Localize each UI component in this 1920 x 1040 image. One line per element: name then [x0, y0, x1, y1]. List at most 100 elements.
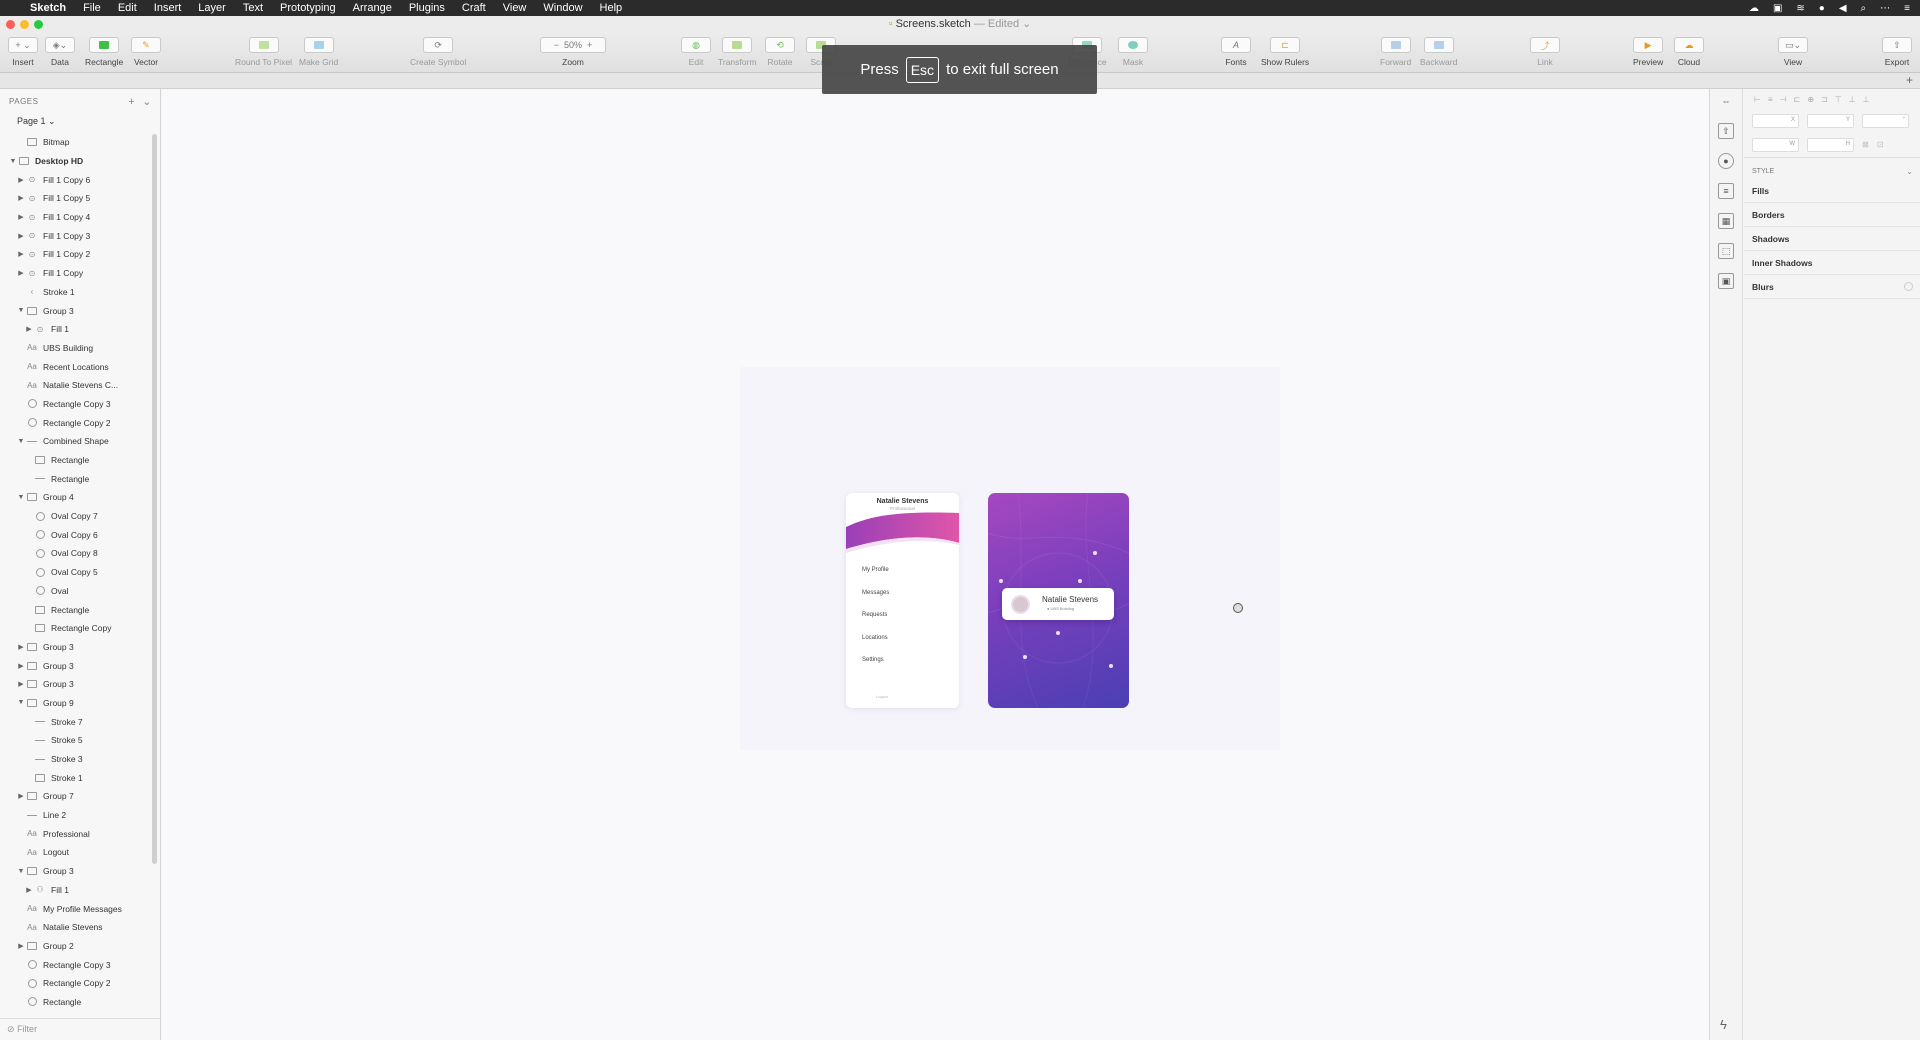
settings-icon[interactable]: ●: [1718, 153, 1734, 169]
minimize-icon[interactable]: [20, 20, 29, 29]
artboard-desktop-hd[interactable]: Natalie Stevens Professional My Profile …: [740, 367, 1280, 750]
style-header[interactable]: STYLE ⌄: [1744, 157, 1920, 179]
layer-row[interactable]: Rectangle: [0, 600, 160, 619]
layer-row[interactable]: ▶ ⊙ Fill 1: [0, 320, 160, 339]
menu-locations[interactable]: Locations: [862, 635, 888, 641]
map-pin-icon[interactable]: [1023, 655, 1027, 659]
align-vcenter-icon[interactable]: ⊥: [1849, 95, 1856, 104]
menu-edit[interactable]: Edit: [118, 2, 137, 14]
disclosure-triangle-icon[interactable]: ▶: [16, 662, 26, 670]
x-field[interactable]: X: [1752, 114, 1799, 128]
rotate-button[interactable]: ⟲ Rotate: [765, 37, 795, 67]
layer-row[interactable]: Oval Copy 8: [0, 544, 160, 563]
collapse-icon[interactable]: ⇔: [1718, 93, 1734, 109]
menu-craft[interactable]: Craft: [462, 2, 486, 14]
disclosure-triangle-icon[interactable]: ▶: [16, 194, 26, 202]
layer-row[interactable]: ▶ Group 3: [0, 638, 160, 657]
layer-row[interactable]: ▶ ⊙ Fill 1 Copy 5: [0, 189, 160, 208]
location-card[interactable]: Natalie Stevens ● UBS Building: [1002, 588, 1114, 620]
disclosure-triangle-icon[interactable]: ▶: [16, 269, 26, 277]
layer-row[interactable]: ▼ Combined Shape: [0, 432, 160, 451]
transform-button[interactable]: Transform: [718, 37, 756, 67]
layer-row[interactable]: Aa Professional: [0, 824, 160, 843]
layer-row[interactable]: Rectangle Copy: [0, 619, 160, 638]
bolt-icon[interactable]: ϟ: [1720, 1017, 1727, 1032]
layer-row[interactable]: ▶ ⊙ Fill 1 Copy 2: [0, 245, 160, 264]
blurs-section[interactable]: Blurs: [1744, 275, 1920, 299]
menu-file[interactable]: File: [83, 2, 101, 14]
align-top-icon[interactable]: ⊤: [1835, 95, 1842, 104]
align-hright-icon[interactable]: ⊐: [1821, 95, 1828, 104]
menu-messages[interactable]: Messages: [862, 590, 889, 596]
page-selector[interactable]: Page 1 ⌄: [0, 113, 160, 133]
add-page-icon[interactable]: +: [128, 96, 135, 108]
chevron-down-icon[interactable]: ⌄: [142, 96, 152, 108]
disclosure-triangle-icon[interactable]: ▶: [16, 680, 26, 688]
layer-row[interactable]: ‹ Stroke 1: [0, 283, 160, 302]
more-icon[interactable]: ⋯: [1880, 3, 1890, 14]
disclosure-triangle-icon[interactable]: ▼: [8, 158, 18, 165]
disclosure-triangle-icon[interactable]: ▼: [16, 494, 26, 501]
disclosure-triangle-icon[interactable]: ▼: [16, 307, 26, 314]
height-field[interactable]: H: [1807, 138, 1854, 152]
layer-row[interactable]: Aa Logout: [0, 843, 160, 862]
layer-row[interactable]: ▼ Group 3: [0, 301, 160, 320]
rotation-field[interactable]: °: [1862, 114, 1909, 128]
zoom-stepper[interactable]: − 50% +: [540, 37, 606, 53]
disclosure-triangle-icon[interactable]: ▶: [16, 232, 26, 240]
canvas[interactable]: Natalie Stevens Professional My Profile …: [162, 89, 1709, 1040]
backward-button[interactable]: Backward: [1420, 37, 1457, 67]
disclosure-triangle-icon[interactable]: ▶: [16, 213, 26, 221]
borders-section[interactable]: Borders: [1744, 203, 1920, 227]
edit-button[interactable]: ◍ Edit: [681, 37, 711, 67]
distribute-h-icon[interactable]: ⊏: [1794, 95, 1801, 104]
map-pin-icon[interactable]: [1093, 551, 1097, 555]
layer-row[interactable]: Oval Copy 7: [0, 507, 160, 526]
layout-icon[interactable]: ▦: [1718, 213, 1734, 229]
logout-link[interactable]: Logout: [876, 694, 888, 699]
layer-row[interactable]: Rectangle Copy 3: [0, 395, 160, 414]
menu-arrange[interactable]: Arrange: [353, 2, 392, 14]
map-pin-icon[interactable]: [999, 579, 1003, 583]
image-icon[interactable]: ▣: [1718, 273, 1734, 289]
create-symbol-button[interactable]: ⟳ Create Symbol: [410, 37, 466, 67]
layer-row[interactable]: ▼ Group 9: [0, 694, 160, 713]
zoom-icon[interactable]: [34, 20, 43, 29]
view-button[interactable]: ▭⌄ View: [1778, 37, 1808, 67]
map-pin-icon[interactable]: [1078, 579, 1082, 583]
disclosure-triangle-icon[interactable]: ▶: [16, 250, 26, 258]
y-field[interactable]: Y: [1807, 114, 1854, 128]
layer-row[interactable]: Rectangle Copy 2: [0, 974, 160, 993]
layer-row[interactable]: ▶ Group 7: [0, 787, 160, 806]
disclosure-triangle-icon[interactable]: ▶: [16, 792, 26, 800]
menu-plugins[interactable]: Plugins: [409, 2, 445, 14]
crop-icon[interactable]: ⬚: [1718, 243, 1734, 259]
menu-prototyping[interactable]: Prototyping: [280, 2, 336, 14]
layer-row[interactable]: Rectangle Copy 2: [0, 413, 160, 432]
list-icon[interactable]: ≡: [1718, 183, 1734, 199]
layer-row[interactable]: Stroke 5: [0, 731, 160, 750]
round-to-pixel-button[interactable]: Round To Pixel: [235, 37, 292, 67]
disclosure-triangle-icon[interactable]: ▶: [16, 942, 26, 950]
layer-row[interactable]: ▶ ⊙ Fill 1 Copy 4: [0, 208, 160, 227]
layer-row[interactable]: Rectangle: [0, 469, 160, 488]
disclosure-triangle-icon[interactable]: ▶: [16, 643, 26, 651]
layer-row[interactable]: Bitmap: [0, 133, 160, 152]
rectangle-button[interactable]: Rectangle: [85, 37, 123, 67]
forward-button[interactable]: Forward: [1380, 37, 1411, 67]
layer-row[interactable]: ▶ ⚇ Fill 1: [0, 881, 160, 900]
layer-row[interactable]: Rectangle: [0, 993, 160, 1012]
layer-row[interactable]: Oval Copy 6: [0, 525, 160, 544]
insert-button[interactable]: + ⌄ Insert: [8, 37, 38, 67]
shadows-section[interactable]: Shadows: [1744, 227, 1920, 251]
layer-row[interactable]: ▶ Group 2: [0, 937, 160, 956]
map-pin-icon[interactable]: [1056, 631, 1060, 635]
export-button[interactable]: ⇧ Export: [1882, 37, 1912, 67]
display-icon[interactable]: ▣: [1773, 3, 1782, 14]
add-tab-icon[interactable]: +: [1903, 74, 1916, 87]
filter-input[interactable]: ⊘ Filter: [0, 1018, 160, 1040]
plus-icon[interactable]: +: [587, 40, 592, 50]
mask-button[interactable]: Mask: [1118, 37, 1148, 67]
disclosure-triangle-icon[interactable]: ▶: [16, 176, 26, 184]
profile-menu-screen[interactable]: Natalie Stevens Professional My Profile …: [846, 493, 959, 708]
